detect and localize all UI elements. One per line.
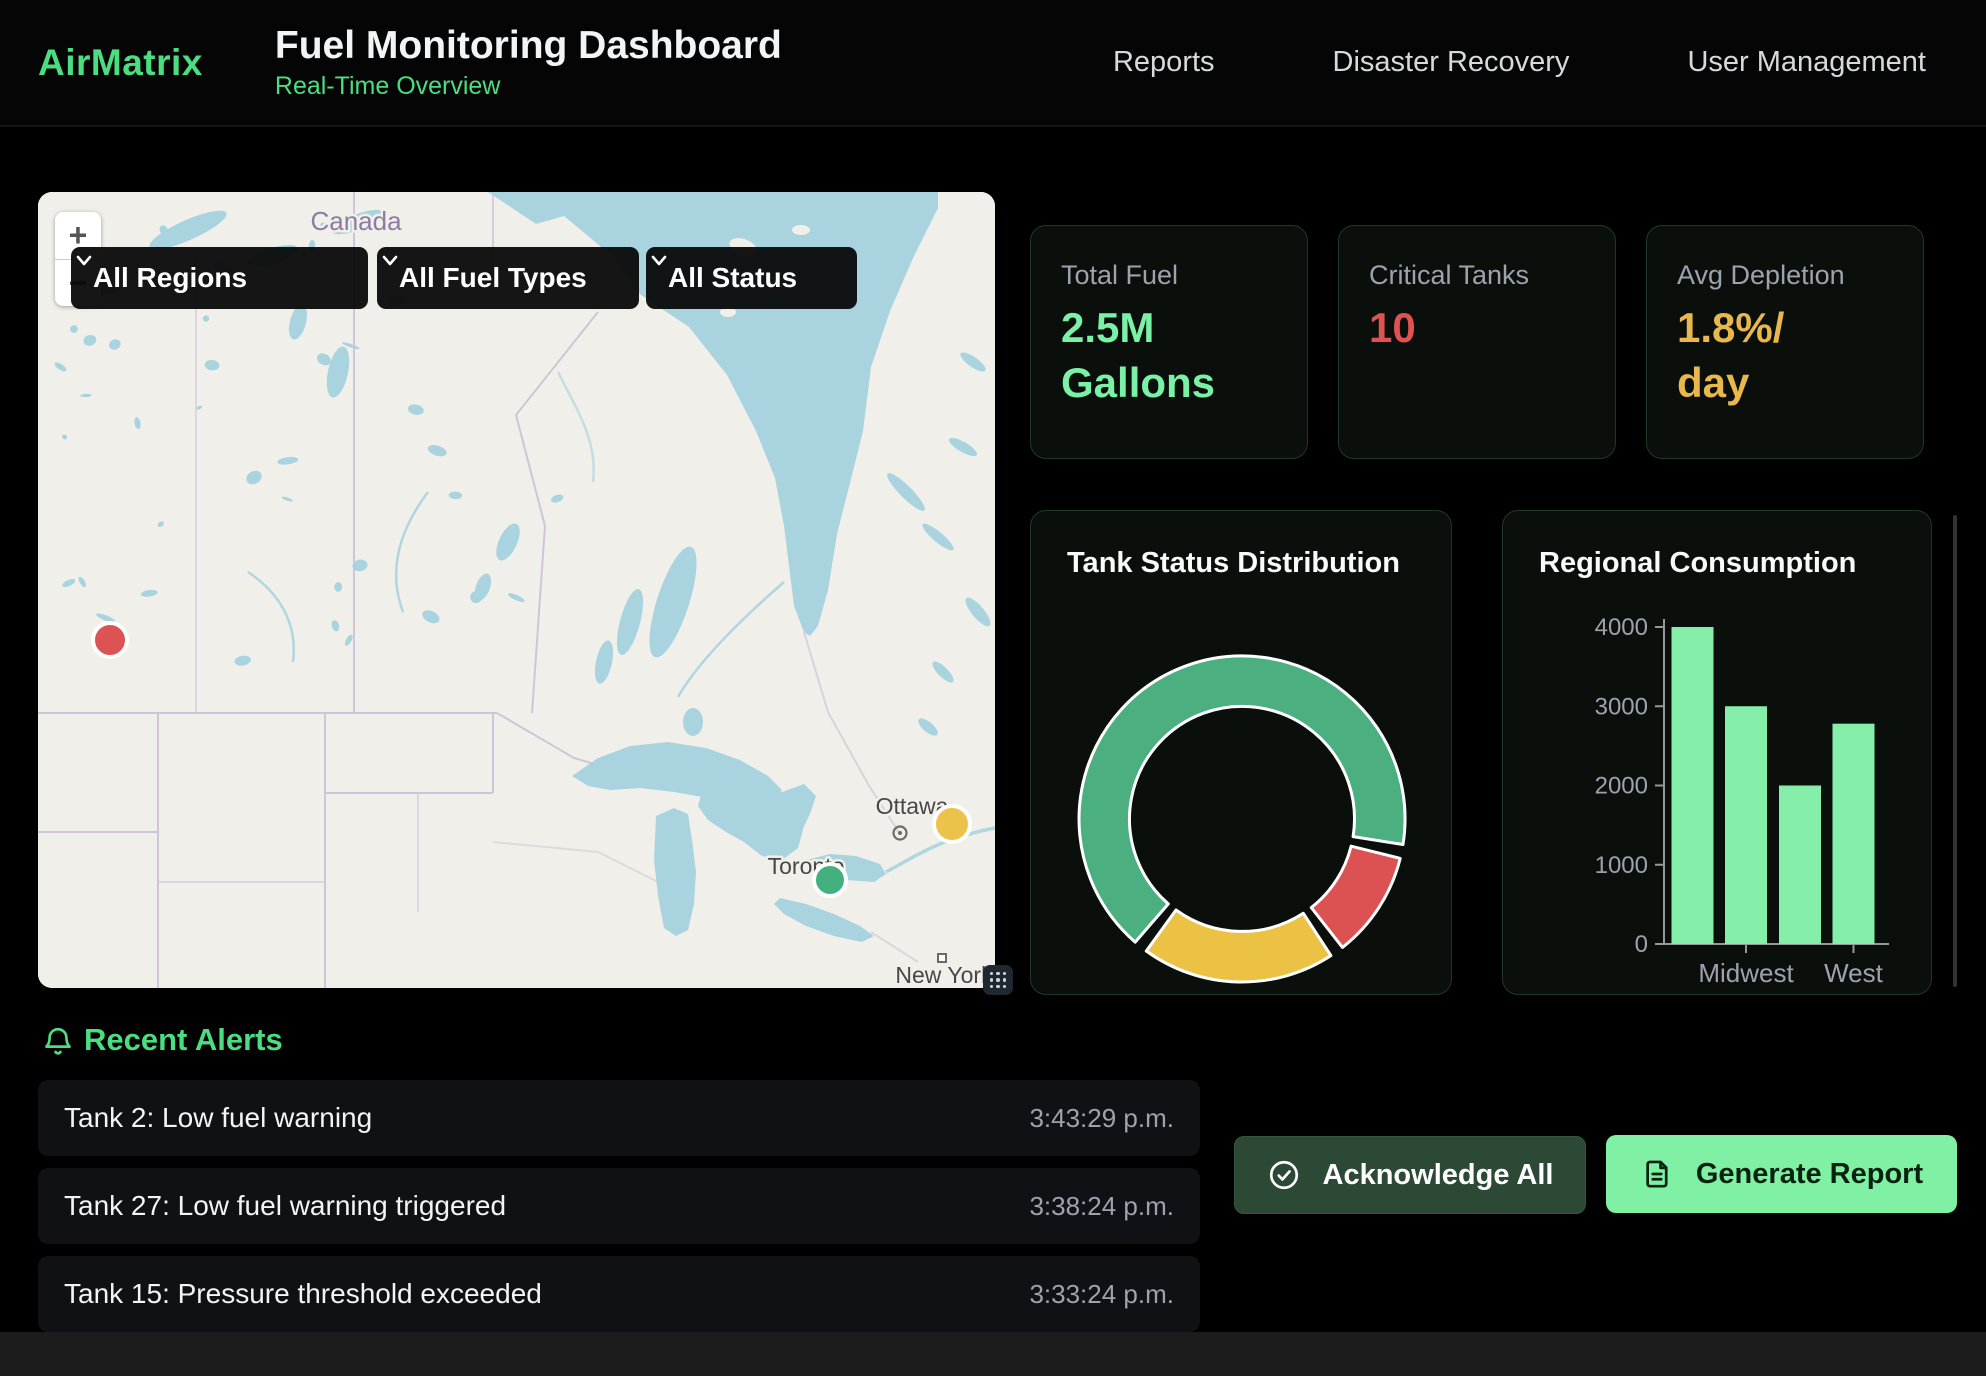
acknowledge-all-label: Acknowledge All — [1323, 1159, 1554, 1192]
stat-value: 10 — [1369, 301, 1615, 356]
y-tick-label: 1000 — [1595, 852, 1648, 879]
stat-value: 1.8%/ day — [1677, 301, 1923, 410]
stat-label: Total Fuel — [1061, 260, 1307, 291]
fuel-monitoring-dashboard: AirMatrix Fuel Monitoring Dashboard Real… — [0, 0, 1986, 1376]
y-tick-label: 4000 — [1595, 614, 1648, 641]
nav-disaster-recovery[interactable]: Disaster Recovery — [1333, 46, 1570, 79]
x-tick-label: Midwest — [1698, 958, 1794, 988]
chevron-down-icon — [646, 247, 672, 273]
check-circle-icon — [1267, 1158, 1301, 1192]
tank-status-donut-chart — [1031, 511, 1453, 996]
nav-user-management[interactable]: User Management — [1687, 46, 1926, 79]
status-filter-select[interactable]: All Status — [646, 247, 857, 309]
stat-label: Avg Depletion — [1677, 260, 1923, 291]
stat-card-critical-tanks: Critical Tanks 10 — [1338, 225, 1616, 459]
fuel-type-filter-select[interactable]: All Fuel Types — [377, 247, 639, 309]
alert-timestamp: 3:38:24 p.m. — [1029, 1191, 1174, 1222]
alert-row[interactable]: Tank 15: Pressure threshold exceeded 3:3… — [38, 1256, 1200, 1332]
donut-segment-warning — [1146, 910, 1331, 982]
page-title: Fuel Monitoring Dashboard — [275, 24, 782, 69]
tank-marker-critical[interactable] — [93, 623, 127, 657]
acknowledge-all-button[interactable]: Acknowledge All — [1234, 1136, 1586, 1214]
status-filter-value: All Status — [668, 262, 797, 294]
y-tick-label: 3000 — [1595, 693, 1648, 720]
alert-timestamp: 3:43:29 p.m. — [1029, 1103, 1174, 1134]
region-filter-select[interactable]: All Regions — [71, 247, 368, 309]
alert-message: Tank 27: Low fuel warning triggered — [64, 1190, 506, 1222]
tank-marker-warning[interactable] — [934, 806, 970, 842]
generate-report-button[interactable]: Generate Report — [1606, 1135, 1957, 1213]
x-tick-label: West — [1824, 958, 1884, 988]
bar-region-1 — [1725, 706, 1767, 944]
newyork-town-icon — [938, 954, 946, 962]
bar-region-2 — [1779, 786, 1821, 945]
regional-consumption-panel: Regional Consumption 01000200030004000Mi… — [1502, 510, 1932, 995]
alerts-section-title: Recent Alerts — [84, 1022, 283, 1058]
y-tick-label: 2000 — [1595, 773, 1648, 800]
fuel-type-filter-value: All Fuel Types — [399, 262, 587, 294]
alert-message: Tank 2: Low fuel warning — [64, 1102, 372, 1134]
generate-report-label: Generate Report — [1696, 1158, 1923, 1191]
alert-row[interactable]: Tank 27: Low fuel warning triggered 3:38… — [38, 1168, 1200, 1244]
top-nav: Reports Disaster Recovery User Managemen… — [1113, 46, 1926, 79]
country-label: Canada — [310, 206, 402, 236]
city-label: New York — [895, 962, 993, 988]
title-block: Fuel Monitoring Dashboard Real-Time Over… — [275, 24, 782, 102]
donut-segment-critical — [1311, 846, 1400, 947]
page-subtitle: Real-Time Overview — [275, 72, 782, 101]
y-tick-label: 0 — [1635, 931, 1648, 958]
document-icon — [1640, 1157, 1674, 1191]
alert-timestamp: 3:33:24 p.m. — [1029, 1279, 1174, 1310]
scrollbar-thumb[interactable] — [1953, 515, 1957, 987]
region-filter-value: All Regions — [93, 262, 247, 294]
stat-card-avg-depletion: Avg Depletion 1.8%/ day — [1646, 225, 1924, 459]
map-canvas: CanadaOttawaTorontoNew York — [38, 192, 995, 988]
header: AirMatrix Fuel Monitoring Dashboard Real… — [0, 0, 1986, 127]
stat-label: Critical Tanks — [1369, 260, 1615, 291]
bar-region-0 — [1672, 627, 1714, 944]
nav-reports[interactable]: Reports — [1113, 46, 1215, 79]
alert-message: Tank 15: Pressure threshold exceeded — [64, 1278, 542, 1310]
chevron-down-icon — [377, 247, 403, 273]
map-resize-handle[interactable] — [983, 965, 1013, 995]
alert-row[interactable]: Tank 2: Low fuel warning 3:43:29 p.m. — [38, 1080, 1200, 1156]
fuel-tank-map[interactable]: CanadaOttawaTorontoNew York + − All Regi… — [38, 192, 995, 988]
app-logo: AirMatrix — [38, 42, 203, 84]
stat-value: 2.5M Gallons — [1061, 301, 1307, 410]
stat-card-total-fuel: Total Fuel 2.5M Gallons — [1030, 225, 1308, 459]
tank-marker-normal[interactable] — [814, 864, 846, 896]
bell-icon — [40, 1024, 76, 1060]
bar-region-3 — [1833, 724, 1875, 944]
tank-status-panel: Tank Status Distribution — [1030, 510, 1452, 995]
regional-consumption-bar-chart: 0 1000 2000 3000 4000 Midwest West — [1503, 511, 1933, 996]
bottom-strip — [0, 1332, 1986, 1376]
chevron-down-icon — [71, 247, 97, 273]
